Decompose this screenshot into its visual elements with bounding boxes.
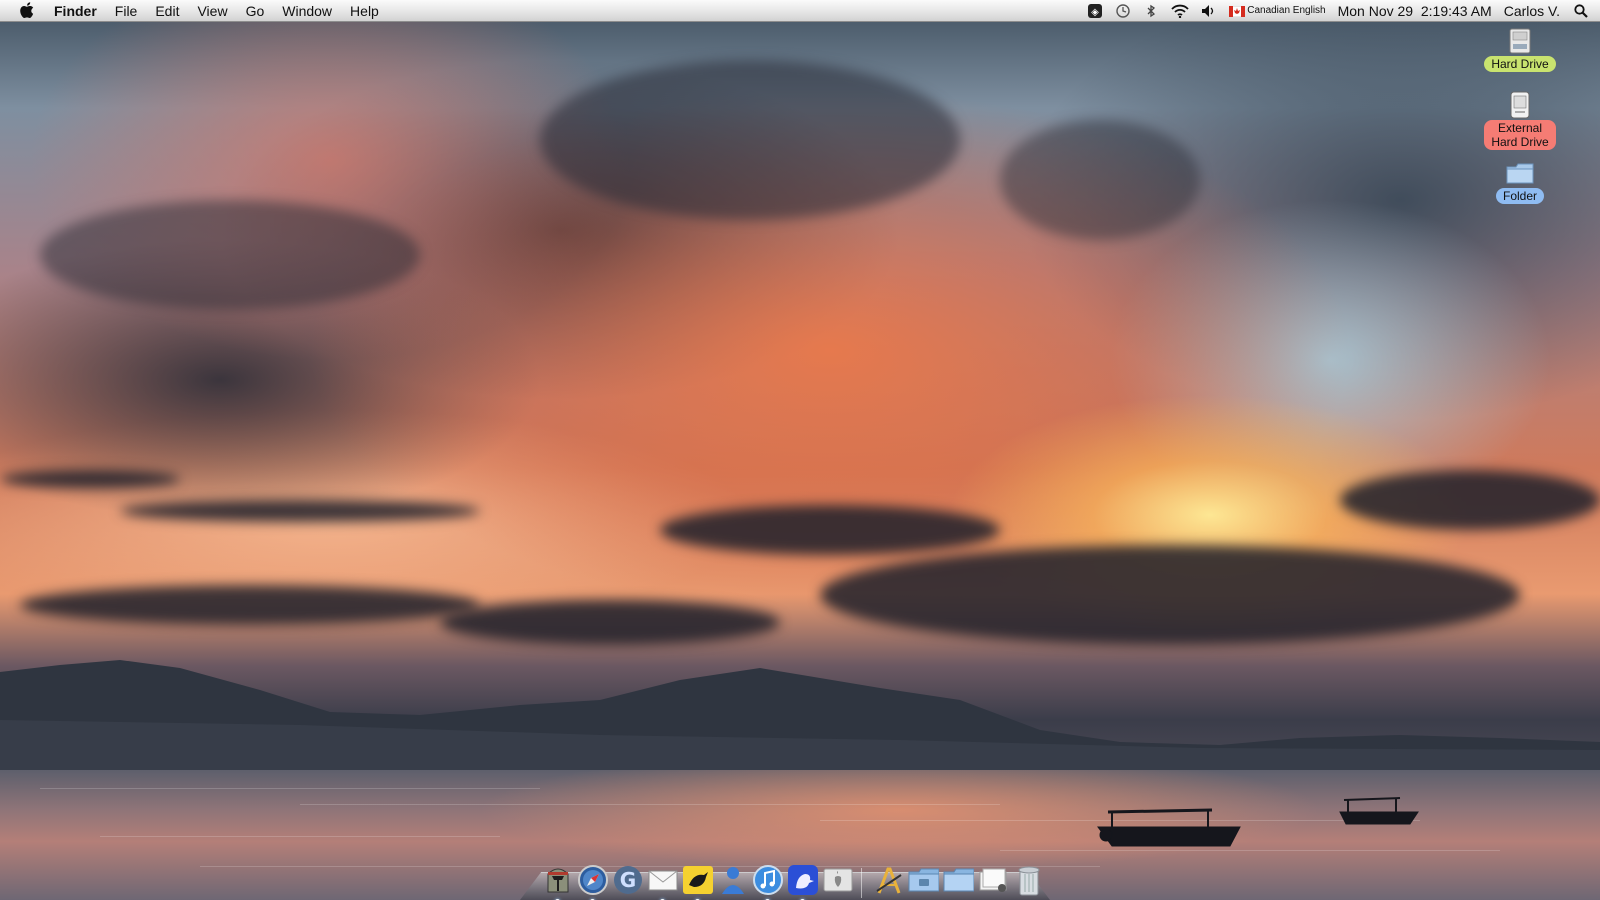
menu-window[interactable]: Window [273,0,341,22]
menu-view[interactable]: View [188,0,236,22]
dock-stack[interactable] [908,862,939,898]
menu-bar: Finder File Edit View Go Window Help ◈ C… [0,0,1600,22]
clock[interactable]: Mon Nov 29 2:19:43 AM [1332,0,1498,22]
mail-icon [648,870,678,891]
menu-edit[interactable]: Edit [146,0,188,22]
dock-stack[interactable] [978,862,1009,898]
dock-app[interactable]: G [612,862,643,898]
volume-icon[interactable] [1195,0,1223,22]
spotlight-icon[interactable] [1566,0,1600,22]
menu-help[interactable]: Help [341,0,388,22]
desktop-item-hard-drive[interactable]: Hard Drive [1475,26,1565,72]
itunes-icon [753,865,783,895]
dock-app[interactable] [647,862,678,900]
canada-flag-icon[interactable] [1223,0,1247,22]
dock-separator [861,868,869,898]
bluetooth-icon[interactable] [1137,0,1165,22]
external-drive-icon [1505,90,1535,120]
menu-file[interactable]: File [106,0,147,22]
twitter-bird-icon [683,866,713,894]
desktop-wallpaper [0,0,1600,900]
boba-fett-app-icon [547,868,568,893]
time-machine-icon[interactable] [1109,0,1137,22]
dashboard-icon[interactable]: ◈ [1081,0,1109,22]
dock-stack[interactable] [873,862,904,898]
safari-icon [578,865,608,895]
menu-app-finder[interactable]: Finder [52,0,106,22]
desktop-item-folder[interactable]: Folder [1475,158,1565,204]
apple-menu-button[interactable] [0,0,52,22]
wifi-icon[interactable] [1165,0,1195,22]
google-icon: G [614,866,642,894]
boats [1097,797,1419,847]
svg-text:◈: ◈ [1091,7,1099,18]
dock-app[interactable] [682,862,713,900]
apple-icon [19,2,33,19]
adium-duck-icon [788,865,818,895]
dock: G [520,838,1050,900]
hard-drive-icon [1505,26,1535,56]
dock-stack[interactable] [1013,862,1044,898]
dock-stack[interactable] [943,862,974,898]
input-source-label[interactable]: Canadian English [1247,0,1331,22]
desktop-item-external-hard-drive[interactable]: External Hard Drive [1475,90,1565,150]
dock-app[interactable] [577,862,608,900]
app-store-icon [823,868,853,892]
downloads-stack-icon [979,868,1007,892]
desktop-item-label: Folder [1495,188,1544,204]
dock-app[interactable] [822,862,853,898]
menu-go[interactable]: Go [237,0,274,22]
dock-app[interactable] [752,862,783,900]
applications-stack-icon [876,867,902,894]
ichat-icon [721,867,744,894]
svg-text:G: G [620,868,636,892]
trash-icon [1018,866,1039,896]
user-menu[interactable]: Carlos V. [1498,0,1566,22]
dock-app[interactable] [717,862,748,898]
folder-icon [1505,158,1535,188]
dock-app[interactable] [787,862,818,900]
pictures-folder-icon [908,868,939,892]
desktop-item-label: External Hard Drive [1484,120,1556,150]
desktop-item-label: Hard Drive [1484,56,1556,72]
dock-app[interactable] [542,862,573,900]
documents-folder-icon [943,868,974,892]
